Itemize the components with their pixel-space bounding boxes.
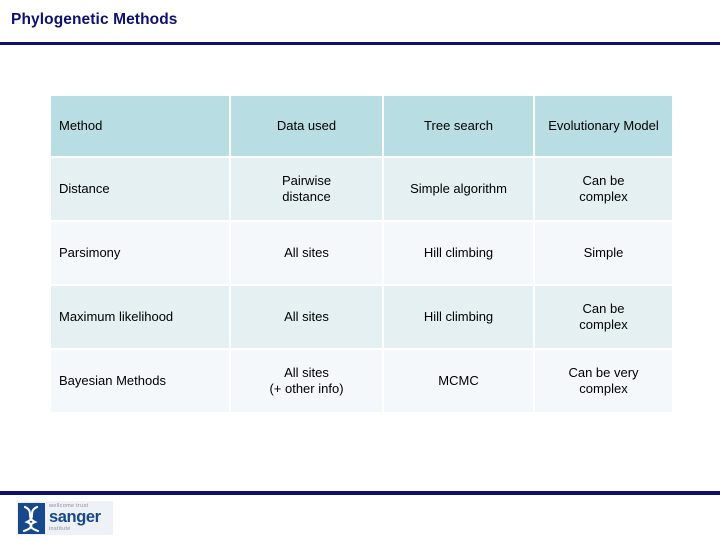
cell-method: Bayesian Methods [51,350,229,412]
column-header-data-used: Data used [231,96,382,156]
cell-line: distance [282,189,331,204]
cell-line: Simple [583,245,624,261]
cell-evolutionary-model: Can be complex [535,158,672,220]
cell-data-used: All sites [231,286,382,348]
cell-tree-search: MCMC [384,350,533,412]
title-divider [0,42,720,45]
cell-data-used: Pairwise distance [231,158,382,220]
cell-evolutionary-model: Can be complex [535,286,672,348]
cell-line: All sites [284,309,329,325]
cell-method: Distance [51,158,229,220]
page-title: Phylogenetic Methods [11,11,178,28]
table-header-row: Method Data used Tree search Evolutionar… [51,96,672,156]
table-row: Bayesian Methods All sites (+ other info… [51,350,672,412]
cell-evolutionary-model: Can be very complex [535,350,672,412]
phylogenetic-methods-table: Method Data used Tree search Evolutionar… [49,94,674,414]
sanger-institute-logo: wellcome trust sanger institute [17,501,113,535]
column-header-method: Method [51,96,229,156]
cell-line: Can be [582,301,625,317]
logo-wordmark: wellcome trust sanger institute [49,503,101,533]
dna-helix-icon [18,502,45,534]
logo-sanger-text: sanger [49,508,101,527]
column-header-evolutionary-model: Evolutionary Model [535,96,672,156]
cell-line: Can be [582,173,625,189]
cell-line: MCMC [438,373,479,389]
cell-line: complex [579,381,628,396]
cell-tree-search: Hill climbing [384,286,533,348]
footer-divider [0,491,720,495]
table-row: Distance Pairwise distance Simple algori… [51,158,672,220]
table-row: Parsimony All sites Hill climbing Simple [51,222,672,284]
cell-line: All sites [284,365,329,381]
cell-tree-search: Simple algorithm [384,158,533,220]
cell-evolutionary-model: Simple [535,222,672,284]
logo-institute-text: institute [49,525,71,532]
cell-line: complex [579,189,628,204]
cell-line: complex [579,317,628,332]
cell-line: Hill climbing [423,309,494,325]
cell-line: Can be very [568,365,639,381]
table-row: Maximum likelihood All sites Hill climbi… [51,286,672,348]
cell-method: Parsimony [51,222,229,284]
cell-tree-search: Hill climbing [384,222,533,284]
cell-line: Pairwise [281,173,332,189]
cell-data-used: All sites [231,222,382,284]
cell-line: All sites [284,245,329,261]
cell-line: Hill climbing [423,245,494,261]
cell-line: Simple algorithm [410,181,507,197]
cell-method: Maximum likelihood [51,286,229,348]
column-header-tree-search: Tree search [384,96,533,156]
cell-line: (+ other info) [269,381,344,396]
cell-data-used: All sites (+ other info) [231,350,382,412]
